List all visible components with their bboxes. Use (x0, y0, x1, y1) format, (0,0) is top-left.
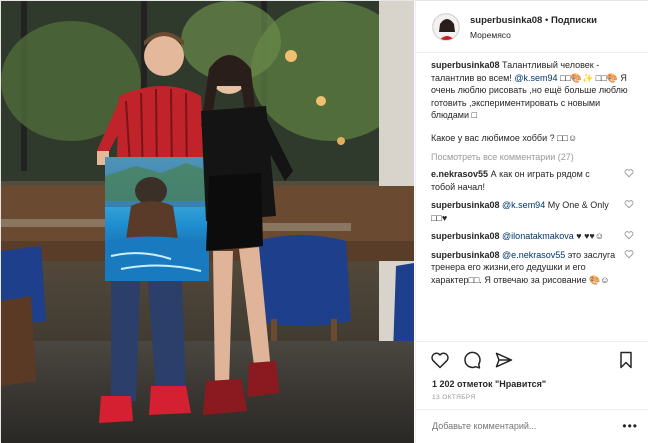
comment-mention[interactable]: @k.sem94 (502, 200, 545, 210)
post-sidebar: superbusinka08 • Подписки Моремясо super… (415, 1, 648, 443)
avatar-image (433, 14, 459, 40)
comment-icon[interactable] (462, 350, 482, 370)
caption-question: Какое у вас любимое хобби ? □□☺ (431, 132, 578, 143)
bookmark-icon[interactable] (616, 350, 636, 370)
header-separator: • (544, 15, 549, 26)
caption-mention[interactable]: @k.sem94 (514, 73, 557, 83)
header-username[interactable]: superbusinka08 (470, 15, 542, 26)
comment-item: superbusinka08 @e.nekrasov55 это заслуга… (431, 249, 634, 287)
caption-username[interactable]: superbusinka08 (431, 60, 500, 70)
more-options-icon[interactable]: ••• (622, 419, 638, 433)
comment-like-icon[interactable] (624, 168, 634, 178)
comment-like-icon[interactable] (624, 199, 634, 209)
share-icon[interactable] (494, 350, 514, 370)
instagram-post: superbusinka08 • Подписки Моремясо super… (0, 0, 648, 443)
avatar[interactable] (432, 13, 460, 41)
comment-item: e.nekrasov55 А как он играть рядом с тоб… (431, 168, 634, 193)
comment-username[interactable]: superbusinka08 (431, 250, 500, 260)
comments-section[interactable]: superbusinka08 Талантливый человек - тал… (416, 59, 648, 341)
view-all-comments-link[interactable]: Посмотреть все комментарии (27) (431, 152, 634, 162)
comment-text: ♥ ♥♥☺ (573, 231, 604, 241)
following-button[interactable]: Подписки (551, 15, 597, 26)
post-date: 13 ОКТЯБРЯ (432, 394, 476, 401)
comment-username[interactable]: e.nekrasov55 (431, 169, 488, 179)
post-photo[interactable] (1, 1, 414, 443)
add-comment-bar: ••• (416, 409, 648, 443)
comment-item: superbusinka08 @ilonatakmakova ♥ ♥♥☺ (431, 230, 634, 243)
comment-list: e.nekrasov55 А как он играть рядом с тоб… (431, 168, 634, 286)
comment-like-icon[interactable] (624, 230, 634, 240)
add-comment-input[interactable] (432, 421, 612, 431)
comment-username[interactable]: superbusinka08 (431, 200, 500, 210)
comment-username[interactable]: superbusinka08 (431, 231, 500, 241)
header-line: superbusinka08 • Подписки (470, 15, 597, 26)
comment-mention[interactable]: @e.nekrasov55 (502, 250, 565, 260)
post-photo-illustration (1, 1, 414, 443)
action-bar (416, 341, 648, 377)
comment-like-icon[interactable] (624, 249, 634, 259)
comment-mention[interactable]: @ilonatakmakova (502, 231, 574, 241)
heart-icon[interactable] (430, 350, 450, 370)
comment-item: superbusinka08 @k.sem94 My One & Only □□… (431, 199, 634, 224)
location-link[interactable]: Моремясо (470, 30, 511, 40)
likes-count[interactable]: 1 202 отметок "Нравится" (432, 379, 546, 389)
post-header: superbusinka08 • Подписки Моремясо (416, 1, 648, 53)
caption: superbusinka08 Талантливый человек - тал… (431, 59, 634, 144)
